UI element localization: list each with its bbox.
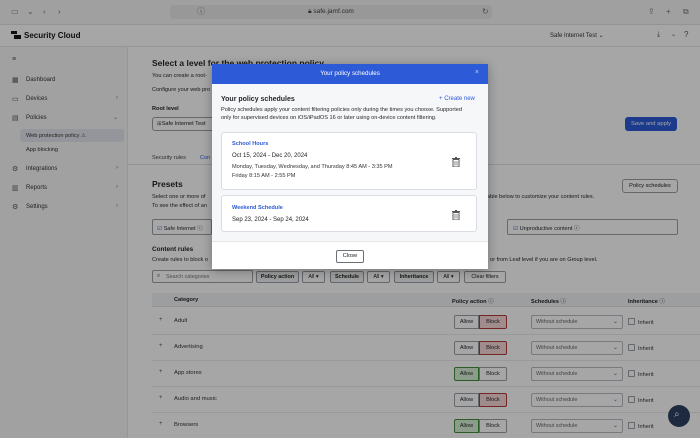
schedule-card[interactable]: School Hours Oct 15, 2024 - Dec 20, 2024… (221, 132, 477, 190)
schedule-name[interactable]: Weekend Schedule (232, 205, 283, 211)
schedule-times: Friday 8:15 AM - 2:55 PM (232, 173, 296, 179)
trash-icon[interactable] (452, 157, 460, 167)
schedule-name[interactable]: School Hours (232, 141, 268, 147)
close-icon[interactable]: × (475, 69, 479, 76)
schedule-dates: Sep 23, 2024 - Sep 24, 2024 (232, 217, 309, 223)
schedules-description: Policy schedules apply your content filt… (221, 107, 462, 113)
schedule-dates: Oct 15, 2024 - Dec 20, 2024 (232, 153, 308, 159)
schedule-card[interactable]: Weekend Schedule Sep 23, 2024 - Sep 24, … (221, 195, 477, 232)
dialog-header: Your policy schedules × (212, 64, 488, 84)
dialog-body: Your policy schedules + Create new Polic… (212, 84, 488, 241)
plus-icon: + (439, 96, 443, 102)
trash-icon[interactable] (452, 210, 460, 220)
create-new-link[interactable]: + Create new (439, 96, 475, 102)
dialog-title: Your policy schedules (320, 70, 380, 77)
close-button[interactable]: Close (336, 250, 364, 263)
schedule-times: Monday, Tuesday, Wednesday, and Thursday… (232, 164, 393, 170)
schedules-description: only for supervised devices on iOS/iPadO… (221, 115, 437, 121)
policy-schedules-dialog: Your policy schedules × Your policy sche… (212, 64, 488, 269)
schedules-heading: Your policy schedules (221, 96, 295, 103)
dialog-footer: Close (212, 241, 488, 269)
